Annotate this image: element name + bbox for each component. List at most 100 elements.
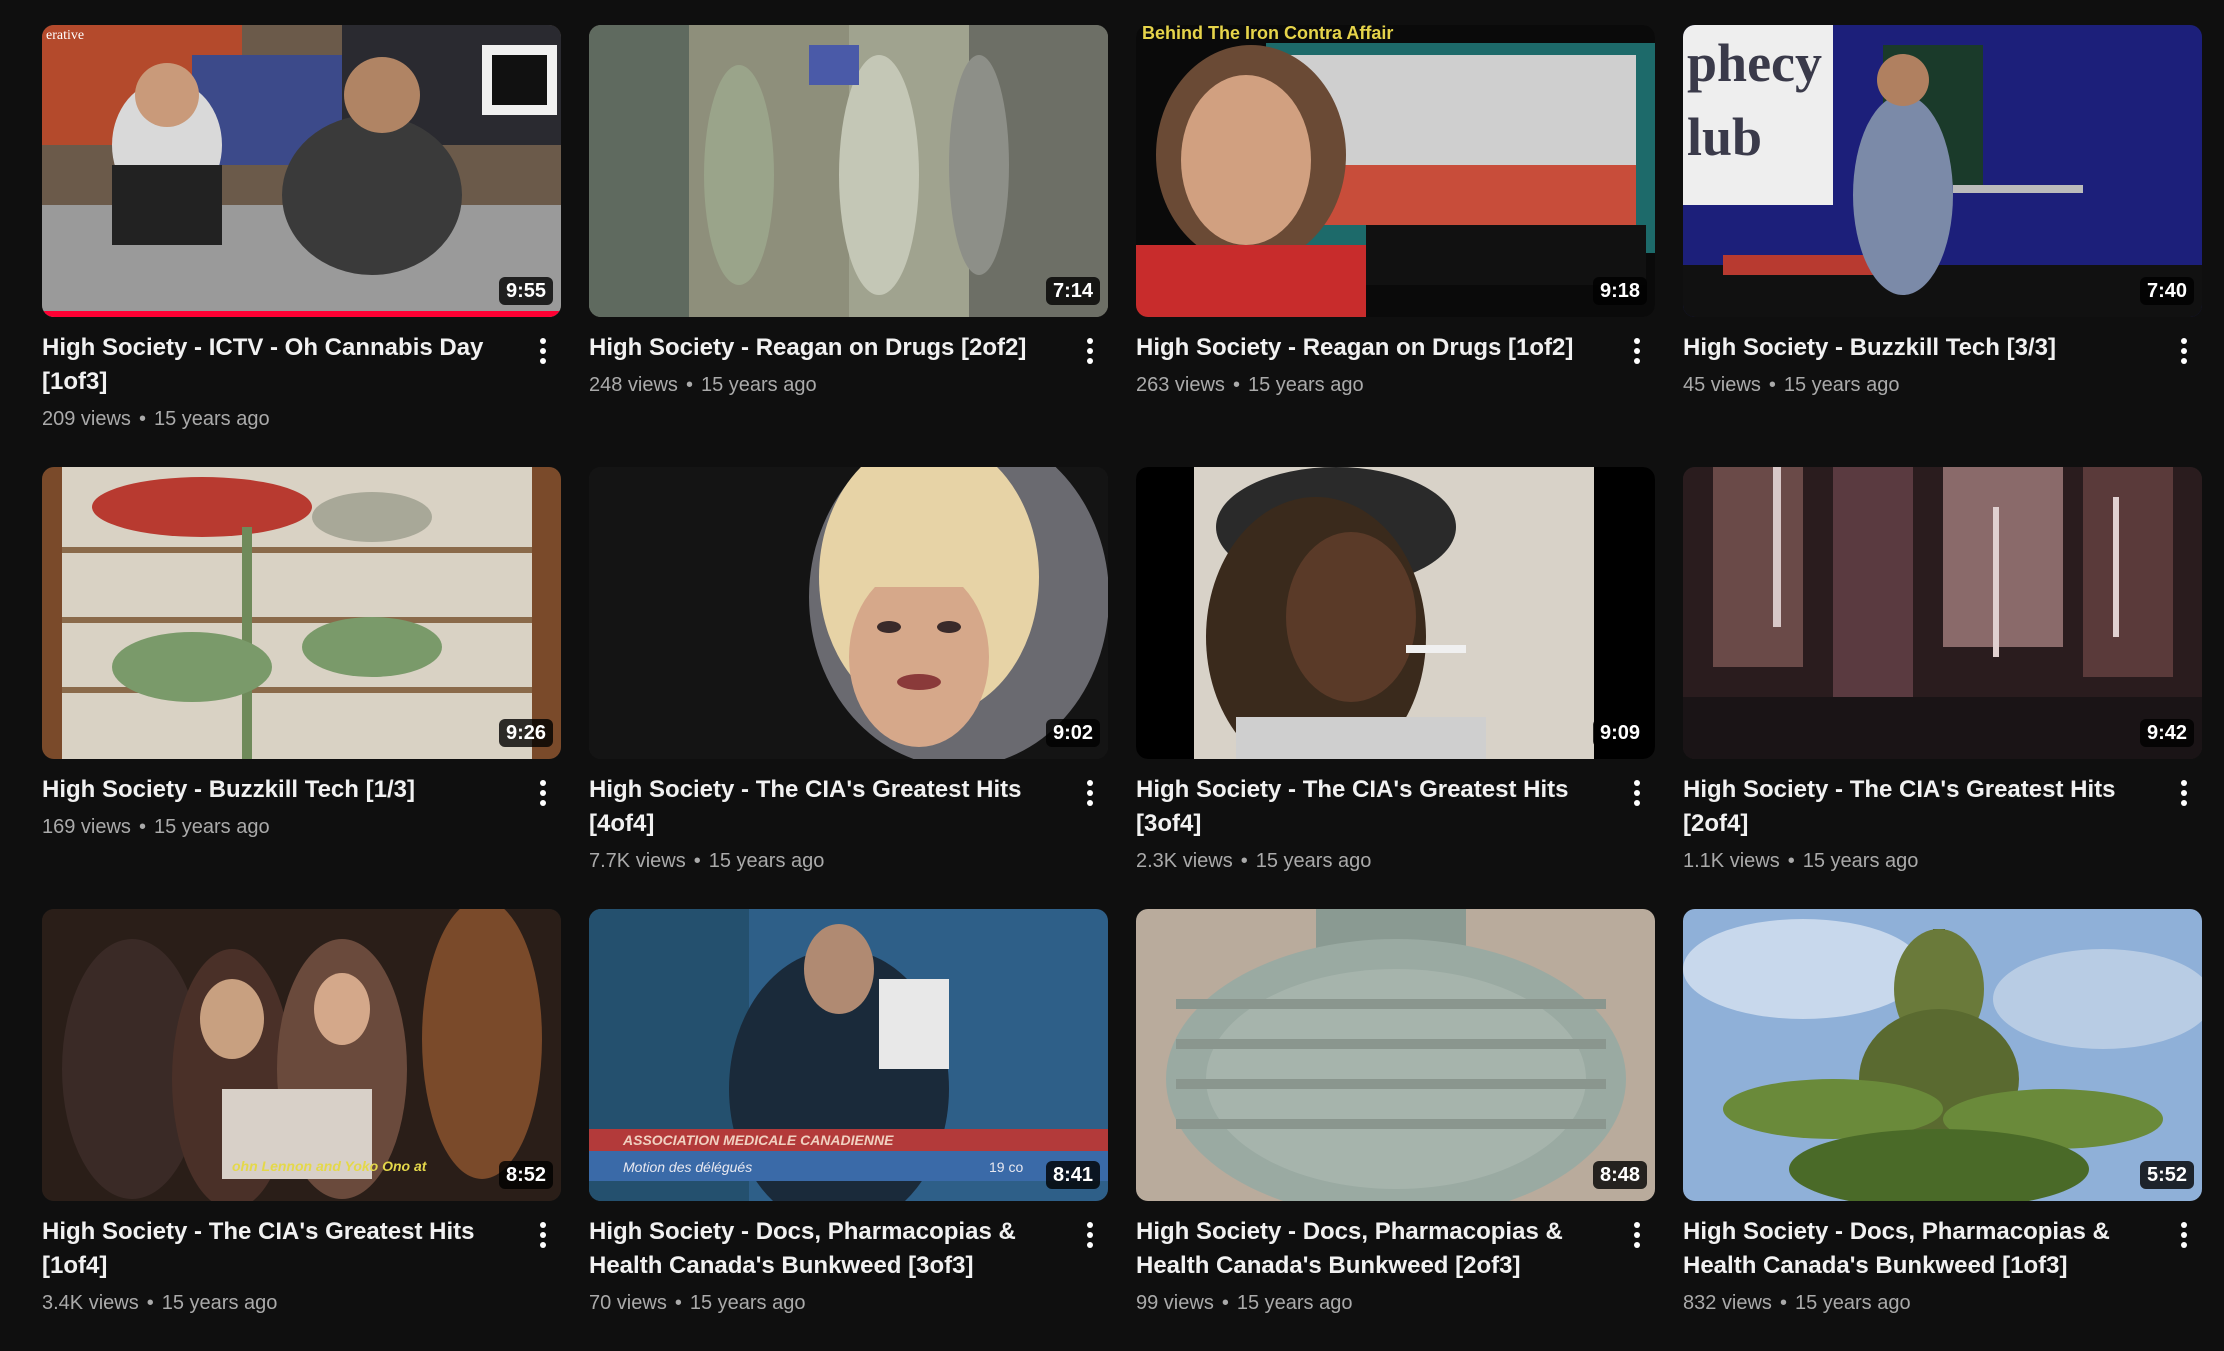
more-vert-icon[interactable] <box>2166 775 2202 811</box>
more-vert-icon[interactable] <box>1072 1217 1108 1253</box>
video-thumbnail[interactable]: ohn Lennon and Yoko Ono at 8:52 <box>42 909 561 1201</box>
thumbnail-image <box>589 467 1108 759</box>
video-stats: 7.7K views • 15 years ago <box>589 850 825 872</box>
video-card[interactable]: phecy lub 7:40 High Society - Buzzkill T… <box>1683 25 2202 467</box>
thumbnail-image: erative <box>42 25 561 317</box>
video-thumbnail[interactable]: ASSOCIATION MEDICALE CANADIENNE Motion d… <box>589 909 1108 1201</box>
video-thumbnail[interactable]: 7:14 <box>589 25 1108 317</box>
video-stats: 832 views • 15 years ago <box>1683 1292 1911 1314</box>
thumbnail-image: ASSOCIATION MEDICALE CANADIENNE Motion d… <box>589 909 1108 1201</box>
video-stats: 3.4K views • 15 years ago <box>42 1292 278 1314</box>
video-card[interactable]: 9:09 High Society - The CIA's Greatest H… <box>1136 467 1655 909</box>
thumbnail-image: Behind The Iron Contra Affair <box>1136 25 1655 317</box>
duration-badge: 9:18 <box>1592 277 1647 305</box>
video-title[interactable]: High Society - The CIA's Greatest Hits [… <box>1683 773 2152 841</box>
upload-age: 15 years ago <box>161 1292 278 1314</box>
video-stats: 248 views • 15 years ago <box>589 374 817 396</box>
view-count: 2.3K views <box>1136 850 1233 872</box>
view-count: 70 views <box>589 1292 667 1314</box>
view-count: 209 views <box>42 408 131 430</box>
video-title[interactable]: High Society - The CIA's Greatest Hits [… <box>589 773 1058 841</box>
video-card[interactable]: ASSOCIATION MEDICALE CANADIENNE Motion d… <box>589 909 1108 1351</box>
upload-age: 15 years ago <box>1255 850 1372 872</box>
video-title[interactable]: High Society - Buzzkill Tech [3/3] <box>1683 331 2152 365</box>
upload-age: 15 years ago <box>708 850 825 872</box>
svg-text:19 co: 19 co <box>989 1159 1023 1175</box>
video-title[interactable]: High Society - Reagan on Drugs [2of2] <box>589 331 1058 365</box>
view-count: 832 views <box>1683 1292 1772 1314</box>
video-card[interactable]: 7:14 High Society - Reagan on Drugs [2of… <box>589 25 1108 467</box>
duration-badge: 9:26 <box>498 719 553 747</box>
video-thumbnail[interactable]: 5:52 <box>1683 909 2202 1201</box>
video-title[interactable]: High Society - Docs, Pharmacopias & Heal… <box>1136 1215 1605 1283</box>
view-count: 99 views <box>1136 1292 1214 1314</box>
video-stats: 99 views • 15 years ago <box>1136 1292 1353 1314</box>
video-thumbnail[interactable]: phecy lub 7:40 <box>1683 25 2202 317</box>
video-card[interactable]: 9:26 High Society - Buzzkill Tech [1/3] … <box>42 467 561 909</box>
video-thumbnail[interactable]: erative 9:55 <box>42 25 561 317</box>
thumbnail-image <box>1683 467 2202 759</box>
more-vert-icon[interactable] <box>525 775 561 811</box>
upload-age: 15 years ago <box>1794 1292 1911 1314</box>
duration-badge: 9:09 <box>1592 719 1647 747</box>
duration-badge: 5:52 <box>2139 1161 2194 1189</box>
video-card[interactable]: ohn Lennon and Yoko Ono at 8:52 High Soc… <box>42 909 561 1351</box>
more-vert-icon[interactable] <box>525 1217 561 1253</box>
duration-badge: 9:55 <box>498 277 553 305</box>
video-title[interactable]: High Society - Reagan on Drugs [1of2] <box>1136 331 1605 365</box>
svg-text:ohn Lennon and Yoko Ono at: ohn Lennon and Yoko Ono at <box>232 1158 428 1174</box>
video-card[interactable]: 9:02 High Society - The CIA's Greatest H… <box>589 467 1108 909</box>
video-thumbnail[interactable]: Behind The Iron Contra Affair 9:18 <box>1136 25 1655 317</box>
duration-badge: 7:14 <box>1045 277 1100 305</box>
view-count: 7.7K views <box>589 850 686 872</box>
video-thumbnail[interactable]: 9:09 <box>1136 467 1655 759</box>
duration-badge: 7:40 <box>2139 277 2194 305</box>
more-vert-icon[interactable] <box>1072 333 1108 369</box>
video-title[interactable]: High Society - Docs, Pharmacopias & Heal… <box>1683 1215 2152 1283</box>
svg-text:Behind The Iron Contra Affair: Behind The Iron Contra Affair <box>1142 25 1393 43</box>
thumbnail-image <box>1136 909 1655 1201</box>
upload-age: 15 years ago <box>700 374 817 396</box>
thumbnail-image: ohn Lennon and Yoko Ono at <box>42 909 561 1201</box>
more-vert-icon[interactable] <box>1072 775 1108 811</box>
video-card[interactable]: 8:48 High Society - Docs, Pharmacopias &… <box>1136 909 1655 1351</box>
duration-badge: 8:48 <box>1592 1161 1647 1189</box>
video-title[interactable]: High Society - Buzzkill Tech [1/3] <box>42 773 511 807</box>
more-vert-icon[interactable] <box>2166 1217 2202 1253</box>
more-vert-icon[interactable] <box>1619 775 1655 811</box>
svg-text:Motion des délégués: Motion des délégués <box>623 1159 752 1175</box>
upload-age: 15 years ago <box>153 408 270 430</box>
video-title[interactable]: High Society - The CIA's Greatest Hits [… <box>1136 773 1605 841</box>
svg-text:lub: lub <box>1687 107 1762 167</box>
video-title[interactable]: High Society - Docs, Pharmacopias & Heal… <box>589 1215 1058 1283</box>
duration-badge: 8:52 <box>498 1161 553 1189</box>
video-card[interactable]: 9:42 High Society - The CIA's Greatest H… <box>1683 467 2202 909</box>
more-vert-icon[interactable] <box>1619 333 1655 369</box>
video-card[interactable]: 5:52 High Society - Docs, Pharmacopias &… <box>1683 909 2202 1351</box>
video-stats: 2.3K views • 15 years ago <box>1136 850 1372 872</box>
more-vert-icon[interactable] <box>2166 333 2202 369</box>
thumbnail-image: phecy lub <box>1683 25 2202 317</box>
upload-age: 15 years ago <box>1783 374 1900 396</box>
video-thumbnail[interactable]: 9:02 <box>589 467 1108 759</box>
duration-badge: 9:42 <box>2139 719 2194 747</box>
upload-age: 15 years ago <box>1802 850 1919 872</box>
video-card[interactable]: erative 9:55 High Society - ICTV - Oh Ca… <box>42 25 561 467</box>
video-thumbnail[interactable]: 9:42 <box>1683 467 2202 759</box>
more-vert-icon[interactable] <box>525 333 561 369</box>
duration-badge: 9:02 <box>1045 719 1100 747</box>
view-count: 1.1K views <box>1683 850 1780 872</box>
video-thumbnail[interactable]: 9:26 <box>42 467 561 759</box>
thumbnail-image <box>42 467 561 759</box>
view-count: 248 views <box>589 374 678 396</box>
thumbnail-image <box>589 25 1108 317</box>
upload-age: 15 years ago <box>1247 374 1364 396</box>
video-thumbnail[interactable]: 8:48 <box>1136 909 1655 1201</box>
upload-age: 15 years ago <box>689 1292 806 1314</box>
video-stats: 263 views • 15 years ago <box>1136 374 1364 396</box>
more-vert-icon[interactable] <box>1619 1217 1655 1253</box>
video-title[interactable]: High Society - ICTV - Oh Cannabis Day [1… <box>42 331 511 399</box>
video-title[interactable]: High Society - The CIA's Greatest Hits [… <box>42 1215 511 1283</box>
video-card[interactable]: Behind The Iron Contra Affair 9:18 High … <box>1136 25 1655 467</box>
video-stats: 209 views • 15 years ago <box>42 408 270 430</box>
